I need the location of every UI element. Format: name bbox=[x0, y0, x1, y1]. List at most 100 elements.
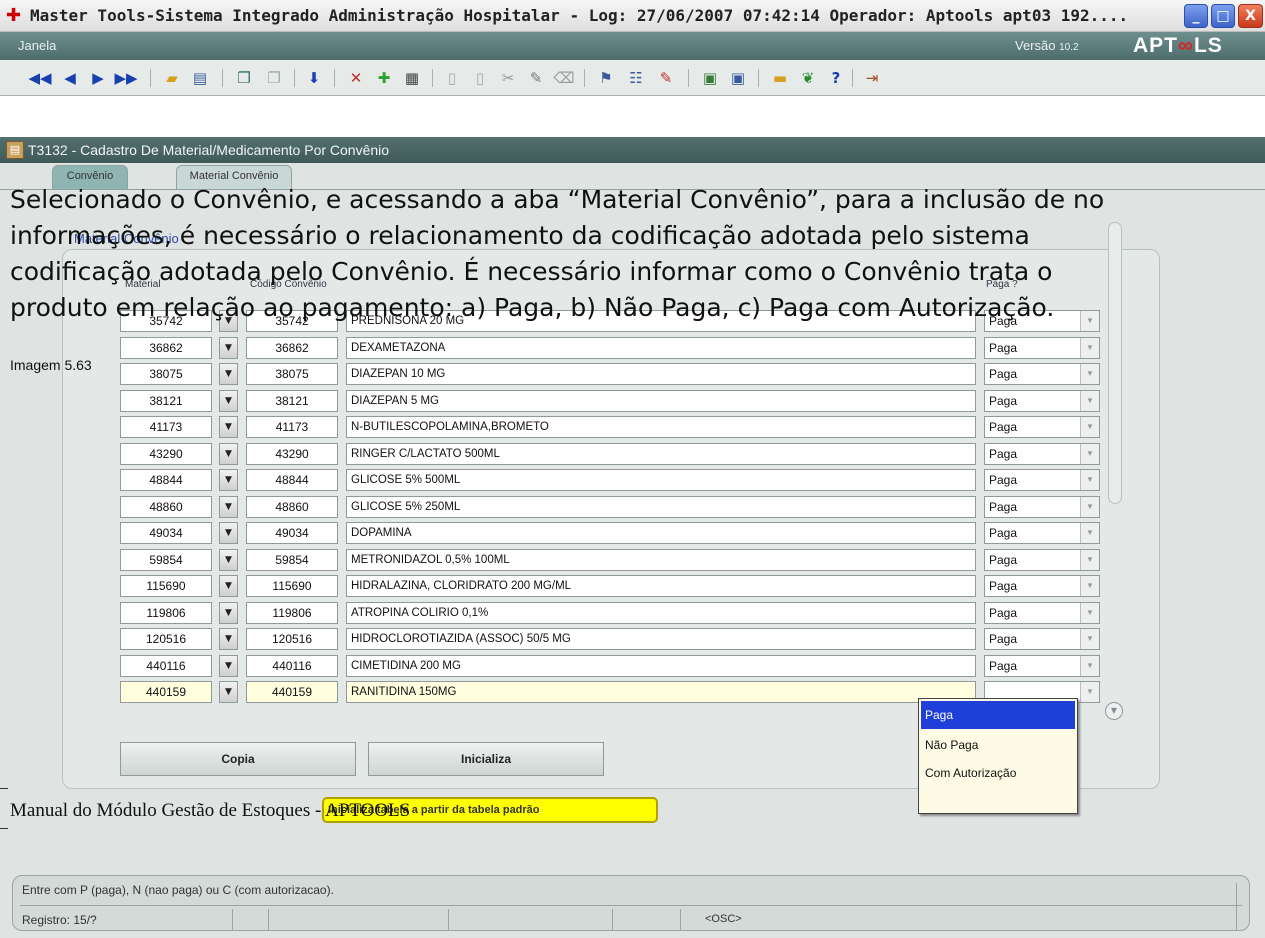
exit-icon[interactable]: ⇥ bbox=[860, 66, 884, 90]
row-dropdown-icon[interactable]: ▼ bbox=[219, 416, 238, 438]
row-dropdown-icon[interactable]: ▼ bbox=[219, 443, 238, 465]
convenio-code-field[interactable]: 119806 bbox=[246, 602, 338, 624]
delete-record-icon[interactable]: ✕ bbox=[344, 66, 368, 90]
material-name-field[interactable]: HIDRALAZINA, CLORIDRATO 200 MG/ML bbox=[346, 575, 976, 597]
material-name-field[interactable]: METRONIDAZOL 0,5% 100ML bbox=[346, 549, 976, 571]
material-code-field[interactable]: 38121 bbox=[120, 390, 212, 412]
material-name-field[interactable]: DIAZEPAN 10 MG bbox=[346, 363, 976, 385]
material-code-field[interactable]: 119806 bbox=[120, 602, 212, 624]
scroll-down-icon[interactable]: ▼ bbox=[1105, 702, 1123, 720]
select-arrow-icon[interactable]: ▼ bbox=[1080, 391, 1099, 411]
help-wizard-icon[interactable]: ❦ bbox=[796, 66, 820, 90]
paga-select[interactable]: Paga ▼ bbox=[984, 655, 1100, 677]
paga-select[interactable]: Paga ▼ bbox=[984, 549, 1100, 571]
execute-query-icon[interactable]: ☷ bbox=[624, 66, 648, 90]
paga-select[interactable]: Paga ▼ bbox=[984, 443, 1100, 465]
copy-icon[interactable]: ❐ bbox=[232, 66, 256, 90]
material-name-field[interactable]: RINGER C/LACTATO 500ML bbox=[346, 443, 976, 465]
select-arrow-icon[interactable]: ▼ bbox=[1080, 470, 1099, 490]
paga-select[interactable]: Paga ▼ bbox=[984, 522, 1100, 544]
previous-record-icon[interactable]: ◀ bbox=[58, 66, 82, 90]
row-dropdown-icon[interactable]: ▼ bbox=[219, 337, 238, 359]
select-arrow-icon[interactable]: ▼ bbox=[1080, 656, 1099, 676]
minimize-button[interactable]: _ bbox=[1184, 4, 1208, 28]
row-dropdown-icon[interactable]: ▼ bbox=[219, 496, 238, 518]
keyboard-icon[interactable]: ▬ bbox=[768, 66, 792, 90]
close-button[interactable]: X bbox=[1238, 4, 1263, 28]
select-arrow-icon[interactable]: ▼ bbox=[1080, 444, 1099, 464]
material-name-field[interactable]: DIAZEPAN 5 MG bbox=[346, 390, 976, 412]
grid-icon[interactable]: ▦ bbox=[400, 66, 424, 90]
row-dropdown-icon[interactable]: ▼ bbox=[219, 549, 238, 571]
convenio-code-field[interactable]: 48844 bbox=[246, 469, 338, 491]
row-dropdown-icon[interactable]: ▼ bbox=[219, 522, 238, 544]
option-nao-paga[interactable]: Não Paga bbox=[921, 731, 1075, 759]
clear-icon[interactable]: ⌫ bbox=[552, 66, 576, 90]
row-dropdown-icon[interactable]: ▼ bbox=[219, 681, 238, 703]
convenio-code-field[interactable]: 38121 bbox=[246, 390, 338, 412]
material-code-field[interactable]: 38075 bbox=[120, 363, 212, 385]
select-arrow-icon[interactable]: ▼ bbox=[1080, 417, 1099, 437]
select-arrow-icon[interactable]: ▼ bbox=[1080, 550, 1099, 570]
material-code-field[interactable]: 59854 bbox=[120, 549, 212, 571]
material-name-field[interactable]: N-BUTILESCOPOLAMINA,BROMETO bbox=[346, 416, 976, 438]
open-icon[interactable]: ▰ bbox=[160, 66, 184, 90]
paga-select[interactable]: Paga ▼ bbox=[984, 575, 1100, 597]
select-arrow-icon[interactable]: ▼ bbox=[1080, 629, 1099, 649]
convenio-code-field[interactable]: 48860 bbox=[246, 496, 338, 518]
convenio-code-field[interactable]: 49034 bbox=[246, 522, 338, 544]
table-scrollbar[interactable] bbox=[1108, 222, 1122, 504]
material-code-field[interactable]: 48860 bbox=[120, 496, 212, 518]
row-dropdown-icon[interactable]: ▼ bbox=[219, 575, 238, 597]
convenio-code-field[interactable]: 115690 bbox=[246, 575, 338, 597]
select-arrow-icon[interactable]: ▼ bbox=[1080, 576, 1099, 596]
paga-select[interactable]: Paga ▼ bbox=[984, 363, 1100, 385]
paga-select[interactable]: Paga ▼ bbox=[984, 602, 1100, 624]
material-name-field[interactable]: GLICOSE 5% 500ML bbox=[346, 469, 976, 491]
print-icon[interactable]: ▤ bbox=[188, 66, 212, 90]
material-code-field[interactable]: 43290 bbox=[120, 443, 212, 465]
material-code-field[interactable]: 440159 bbox=[120, 681, 212, 703]
list-icon[interactable]: ▣ bbox=[726, 66, 750, 90]
material-code-field[interactable]: 120516 bbox=[120, 628, 212, 650]
select-arrow-icon[interactable]: ▼ bbox=[1080, 364, 1099, 384]
select-arrow-icon[interactable]: ▼ bbox=[1080, 603, 1099, 623]
material-code-field[interactable]: 36862 bbox=[120, 337, 212, 359]
query-icon[interactable]: ⚑ bbox=[594, 66, 618, 90]
option-paga[interactable]: Paga bbox=[921, 701, 1075, 729]
next-record-icon[interactable]: ▶ bbox=[86, 66, 110, 90]
material-code-field[interactable]: 48844 bbox=[120, 469, 212, 491]
copia-button[interactable]: Copia bbox=[120, 742, 356, 776]
material-name-field[interactable]: GLICOSE 5% 250ML bbox=[346, 496, 976, 518]
row-dropdown-icon[interactable]: ▼ bbox=[219, 390, 238, 412]
material-name-field[interactable]: DEXAMETAZONA bbox=[346, 337, 976, 359]
insert-record-icon[interactable]: ✚ bbox=[372, 66, 396, 90]
material-code-field[interactable]: 41173 bbox=[120, 416, 212, 438]
row-dropdown-icon[interactable]: ▼ bbox=[219, 628, 238, 650]
cut-icon[interactable]: ✂ bbox=[496, 66, 520, 90]
first-record-icon[interactable]: ◀◀ bbox=[28, 66, 52, 90]
duplicate-icon[interactable]: ▯ bbox=[468, 66, 492, 90]
paste-icon[interactable]: ❐ bbox=[262, 66, 286, 90]
paga-select[interactable]: Paga ▼ bbox=[984, 337, 1100, 359]
inicializa-button[interactable]: Inicializa bbox=[368, 742, 604, 776]
material-name-field[interactable]: HIDROCLOROTIAZIDA (ASSOC) 50/5 MG bbox=[346, 628, 976, 650]
material-name-field[interactable]: RANITIDINA 150MG bbox=[346, 681, 976, 703]
paga-select[interactable]: Paga ▼ bbox=[984, 390, 1100, 412]
convenio-code-field[interactable]: 59854 bbox=[246, 549, 338, 571]
select-arrow-icon[interactable]: ▼ bbox=[1080, 497, 1099, 517]
convenio-code-field[interactable]: 41173 bbox=[246, 416, 338, 438]
convenio-code-field[interactable]: 440159 bbox=[246, 681, 338, 703]
select-arrow-icon[interactable]: ▼ bbox=[1080, 682, 1099, 702]
row-dropdown-icon[interactable]: ▼ bbox=[219, 363, 238, 385]
material-name-field[interactable]: CIMETIDINA 200 MG bbox=[346, 655, 976, 677]
window-icon[interactable]: ▣ bbox=[698, 66, 722, 90]
paga-select[interactable]: Paga ▼ bbox=[984, 416, 1100, 438]
last-record-icon[interactable]: ▶▶ bbox=[114, 66, 138, 90]
material-code-field[interactable]: 115690 bbox=[120, 575, 212, 597]
select-arrow-icon[interactable]: ▼ bbox=[1080, 523, 1099, 543]
maximize-button[interactable]: □ bbox=[1211, 4, 1235, 28]
menu-janela[interactable]: Janela bbox=[18, 38, 56, 53]
convenio-code-field[interactable]: 43290 bbox=[246, 443, 338, 465]
paga-select[interactable]: Paga ▼ bbox=[984, 496, 1100, 518]
